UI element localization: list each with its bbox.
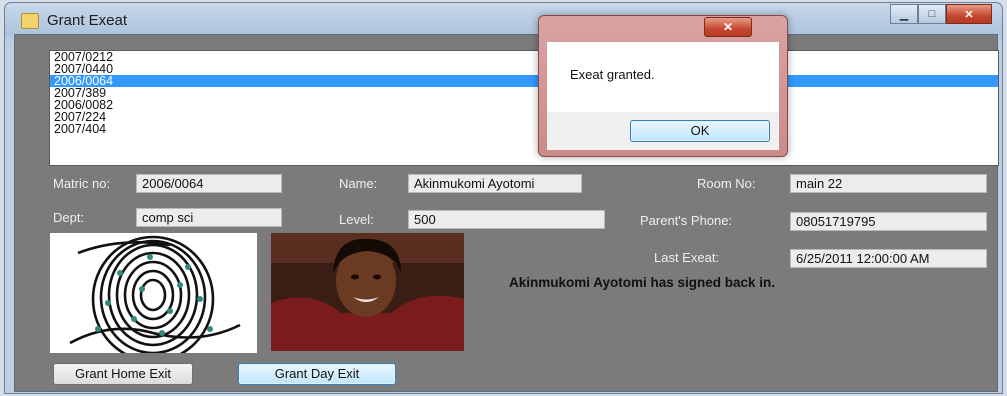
dialog-body: Exeat granted. xyxy=(547,42,779,112)
dept-field[interactable]: comp sci xyxy=(136,208,282,227)
window-title: Grant Exeat xyxy=(47,12,128,29)
phone-field[interactable]: 08051719795 xyxy=(790,212,987,231)
name-field[interactable]: Akinmukomi Ayotomi xyxy=(408,174,582,193)
dept-label: Dept: xyxy=(53,210,85,225)
last-exeat-label: Last Exeat: xyxy=(654,250,720,265)
dialog-close-button[interactable]: ✕ xyxy=(704,17,752,37)
student-photo xyxy=(271,233,464,351)
list-item[interactable]: 2007/404 xyxy=(50,123,998,136)
room-field[interactable]: main 22 xyxy=(790,174,987,193)
grant-home-exit-button[interactable]: Grant Home Exit xyxy=(53,363,193,385)
room-label: Room No: xyxy=(697,176,756,191)
dialog-footer: OK xyxy=(547,112,779,150)
close-button[interactable]: ✕ xyxy=(946,4,992,24)
list-item[interactable]: 2007/389 xyxy=(50,87,998,100)
grant-exeat-window: Grant Exeat ▁ □ ✕ 2007/0212 2007/0440 2006… xyxy=(4,2,1003,394)
matric-field[interactable]: 2006/0064 xyxy=(136,174,282,193)
client-area: 2007/0212 2007/0440 2006/0064 2007/389 2006/… xyxy=(14,34,999,392)
level-field[interactable]: 500 xyxy=(408,210,605,229)
matric-label: Matric no: xyxy=(53,176,111,191)
ok-button[interactable]: OK xyxy=(630,120,770,142)
matric-listbox[interactable]: 2007/0212 2007/0440 2006/0064 2007/389 2006/… xyxy=(49,50,999,166)
list-item[interactable]: 2007/0212 xyxy=(50,51,998,63)
minimize-button[interactable]: ▁ xyxy=(890,4,918,24)
list-item[interactable]: 2007/224 xyxy=(50,111,998,124)
message-dialog: ✕ Exeat granted. OK xyxy=(538,15,788,157)
phone-label: Parent's Phone: xyxy=(640,213,733,228)
grant-day-exit-button[interactable]: Grant Day Exit xyxy=(238,363,396,385)
list-item[interactable]: 2006/0064 xyxy=(50,75,998,87)
dialog-message: Exeat granted. xyxy=(570,67,655,82)
maximize-button[interactable]: □ xyxy=(918,4,946,24)
status-message: Akinmukomi Ayotomi has signed back in. xyxy=(509,275,776,290)
last-exeat-field[interactable]: 6/25/2011 12:00:00 AM xyxy=(790,249,987,268)
name-label: Name: xyxy=(339,176,378,191)
list-item[interactable]: 2007/0440 xyxy=(50,63,998,76)
fingerprint-image xyxy=(50,233,257,363)
caption-buttons: ▁ □ ✕ xyxy=(890,4,992,26)
app-icon xyxy=(21,13,39,29)
level-label: Level: xyxy=(339,212,374,227)
list-item[interactable]: 2006/0082 xyxy=(50,99,998,112)
